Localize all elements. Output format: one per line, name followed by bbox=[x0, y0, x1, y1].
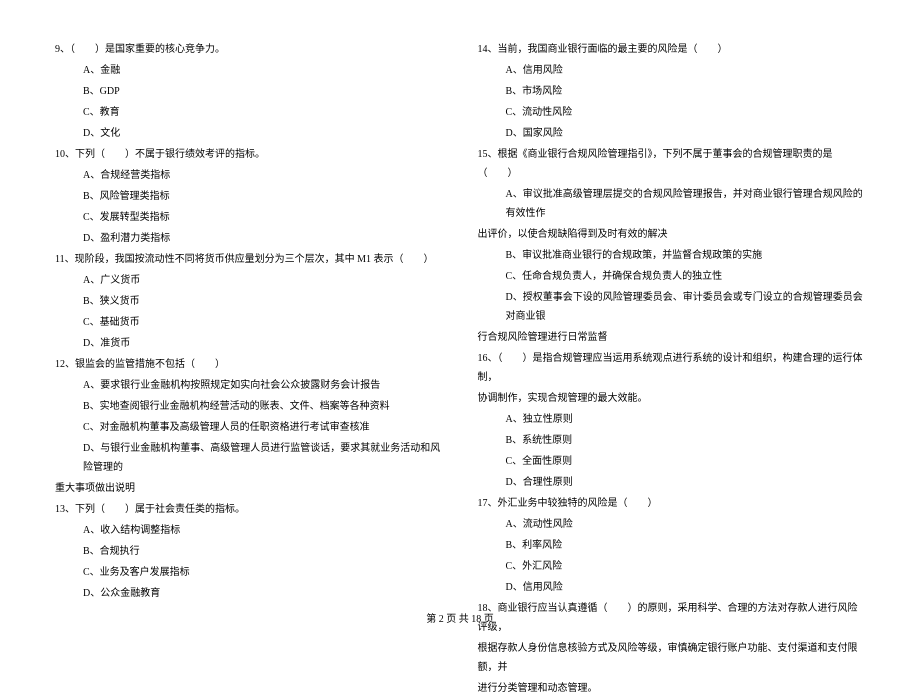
q12-opt-a: A、要求银行业金融机构按照规定如实向社会公众披露财务会计报告 bbox=[55, 376, 443, 395]
left-column: 9、（ ）是国家重要的核心竞争力。 A、金融 B、GDP C、教育 D、文化 1… bbox=[55, 40, 443, 600]
q15-opt-d-cont: 行合规风险管理进行日常监督 bbox=[478, 328, 866, 347]
q13-opt-d: D、公众金融教育 bbox=[55, 584, 443, 603]
q16-opt-d: D、合理性原则 bbox=[478, 473, 866, 492]
q14-opt-c: C、流动性风险 bbox=[478, 103, 866, 122]
q14-opt-d: D、国家风险 bbox=[478, 124, 866, 143]
q17-opt-c: C、外汇风险 bbox=[478, 557, 866, 576]
q13-opt-c: C、业务及客户发展指标 bbox=[55, 563, 443, 582]
q16-stem-cont: 协调制作，实现合规管理的最大效能。 bbox=[478, 389, 866, 408]
q11-opt-b: B、狭义货币 bbox=[55, 292, 443, 311]
q15-opt-b: B、审议批准商业银行的合规政策，并监督合规政策的实施 bbox=[478, 246, 866, 265]
q12-opt-d: D、与银行业金融机构董事、高级管理人员进行监管谈话，要求其就业务活动和风险管理的 bbox=[55, 439, 443, 477]
q15-opt-a-cont: 出评价，以使合规缺陷得到及时有效的解决 bbox=[478, 225, 866, 244]
q15-opt-c: C、任命合规负责人，并确保合规负责人的独立性 bbox=[478, 267, 866, 286]
q12-stem: 12、银监会的监管措施不包括（ ） bbox=[55, 355, 443, 374]
q13-opt-a: A、收入结构调整指标 bbox=[55, 521, 443, 540]
q16-stem: 16、（ ）是指合规管理应当运用系统观点进行系统的设计和组织，构建合理的运行体制… bbox=[478, 349, 866, 387]
q9-stem: 9、（ ）是国家重要的核心竞争力。 bbox=[55, 40, 443, 59]
content-columns: 9、（ ）是国家重要的核心竞争力。 A、金融 B、GDP C、教育 D、文化 1… bbox=[55, 40, 865, 600]
q9-opt-d: D、文化 bbox=[55, 124, 443, 143]
q9-opt-c: C、教育 bbox=[55, 103, 443, 122]
q9-opt-a: A、金融 bbox=[55, 61, 443, 80]
q10-opt-c: C、发展转型类指标 bbox=[55, 208, 443, 227]
q12-opt-b: B、实地查阅银行业金融机构经营活动的账表、文件、档案等各种资料 bbox=[55, 397, 443, 416]
q15-stem: 15、根据《商业银行合规风险管理指引》，下列不属于董事会的合规管理职责的是（ ） bbox=[478, 145, 866, 183]
q16-opt-a: A、独立性原则 bbox=[478, 410, 866, 429]
q17-opt-a: A、流动性风险 bbox=[478, 515, 866, 534]
q13-opt-b: B、合规执行 bbox=[55, 542, 443, 561]
q13-stem: 13、下列（ ）属于社会责任类的指标。 bbox=[55, 500, 443, 519]
q15-opt-a: A、审议批准高级管理层提交的合规风险管理报告，并对商业银行管理合规风险的有效性作 bbox=[478, 185, 866, 223]
q9-opt-b: B、GDP bbox=[55, 82, 443, 101]
q18-stem-cont2: 进行分类管理和动态管理。 bbox=[478, 679, 866, 698]
q11-stem: 11、现阶段，我国按流动性不同将货币供应量划分为三个层次，其中 M1 表示（ ） bbox=[55, 250, 443, 269]
q10-opt-d: D、盈利潜力类指标 bbox=[55, 229, 443, 248]
q12-opt-c: C、对金融机构董事及高级管理人员的任职资格进行考试审查核准 bbox=[55, 418, 443, 437]
q18-stem-cont1: 根据存款人身份信息核验方式及风险等级，审慎确定银行账户功能、支付渠道和支付限额，… bbox=[478, 639, 866, 677]
q10-opt-a: A、合规经营类指标 bbox=[55, 166, 443, 185]
q14-stem: 14、当前，我国商业银行面临的最主要的风险是（ ） bbox=[478, 40, 866, 59]
q15-opt-d: D、授权董事会下设的风险管理委员会、审计委员会或专门设立的合规管理委员会对商业银 bbox=[478, 288, 866, 326]
right-column: 14、当前，我国商业银行面临的最主要的风险是（ ） A、信用风险 B、市场风险 … bbox=[478, 40, 866, 600]
q14-opt-b: B、市场风险 bbox=[478, 82, 866, 101]
q11-opt-d: D、准货币 bbox=[55, 334, 443, 353]
q17-opt-b: B、利率风险 bbox=[478, 536, 866, 555]
q10-opt-b: B、风险管理类指标 bbox=[55, 187, 443, 206]
q14-opt-a: A、信用风险 bbox=[478, 61, 866, 80]
q17-stem: 17、外汇业务中较独特的风险是（ ） bbox=[478, 494, 866, 513]
q12-opt-d-cont: 重大事项做出说明 bbox=[55, 479, 443, 498]
q16-opt-c: C、全面性原则 bbox=[478, 452, 866, 471]
q17-opt-d: D、信用风险 bbox=[478, 578, 866, 597]
q16-opt-b: B、系统性原则 bbox=[478, 431, 866, 450]
q11-opt-a: A、广义货币 bbox=[55, 271, 443, 290]
q11-opt-c: C、基础货币 bbox=[55, 313, 443, 332]
page-footer: 第 2 页 共 18 页 bbox=[0, 610, 920, 625]
q10-stem: 10、下列（ ）不属于银行绩效考评的指标。 bbox=[55, 145, 443, 164]
